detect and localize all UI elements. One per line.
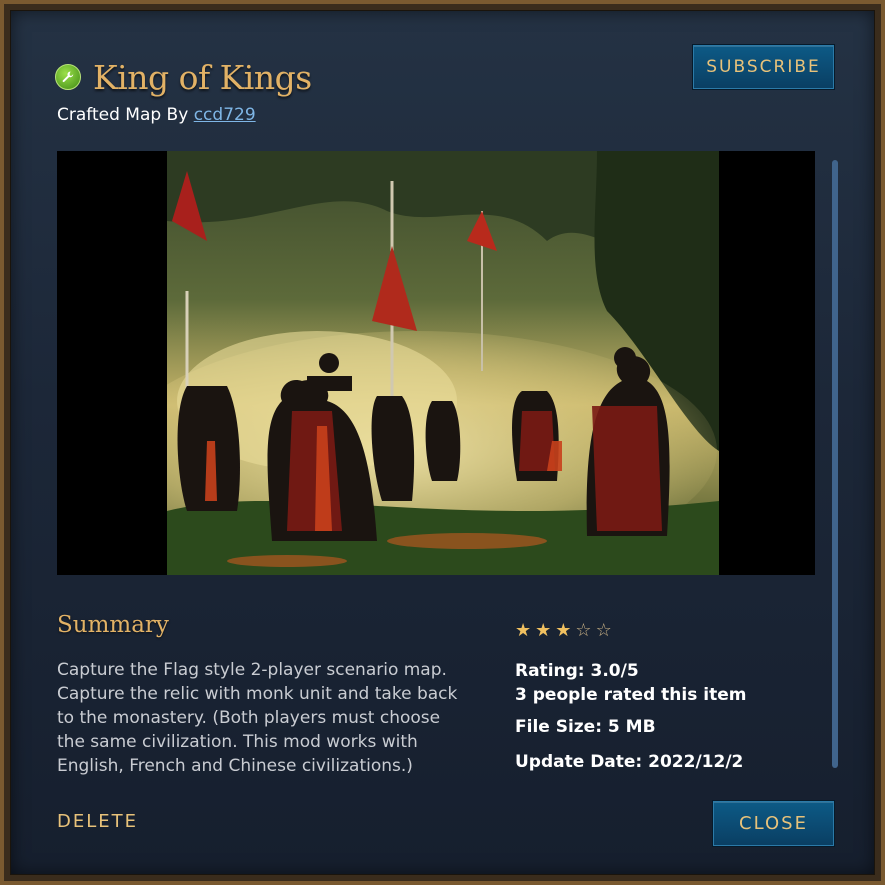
rating-text: Rating: 3.0/5 — [515, 661, 639, 681]
rating-info: Rating: 3.0/5 3 people rated this item — [515, 659, 746, 707]
byline-prefix: Crafted Map By — [57, 105, 189, 125]
subscribe-button[interactable]: SUBSCRIBE — [693, 45, 834, 89]
scrollbar[interactable] — [832, 160, 838, 768]
battle-painting — [167, 151, 719, 575]
byline: Crafted Map By ccd729 — [57, 105, 256, 125]
raters-text: 3 people rated this item — [515, 685, 747, 705]
title-row: King of Kings — [55, 52, 312, 102]
page-title: King of Kings — [93, 57, 312, 97]
file-size: File Size: 5 MB — [515, 717, 656, 737]
update-date: Update Date: 2022/12/2 — [515, 752, 744, 772]
star-empty-icon: ☆ — [575, 620, 592, 641]
dialog-frame: King of Kings Crafted Map By ccd729 SUBS… — [0, 0, 885, 885]
rating-stars: ★ ★ ★ ☆ ☆ — [515, 621, 612, 641]
star-icon: ★ — [515, 620, 532, 641]
delete-button[interactable]: DELETE — [57, 811, 138, 832]
star-empty-icon: ☆ — [595, 620, 612, 641]
summary-heading: Summary — [57, 612, 169, 638]
summary-text: Capture the Flag style 2-player scenario… — [57, 660, 458, 776]
preview-image — [57, 151, 815, 575]
dialog-panel: King of Kings Crafted Map By ccd729 SUBS… — [10, 10, 875, 875]
star-icon: ★ — [555, 620, 572, 641]
star-icon: ★ — [535, 620, 552, 641]
author-link[interactable]: ccd729 — [194, 105, 256, 125]
wrench-icon — [55, 64, 81, 90]
close-button[interactable]: CLOSE — [713, 801, 834, 846]
